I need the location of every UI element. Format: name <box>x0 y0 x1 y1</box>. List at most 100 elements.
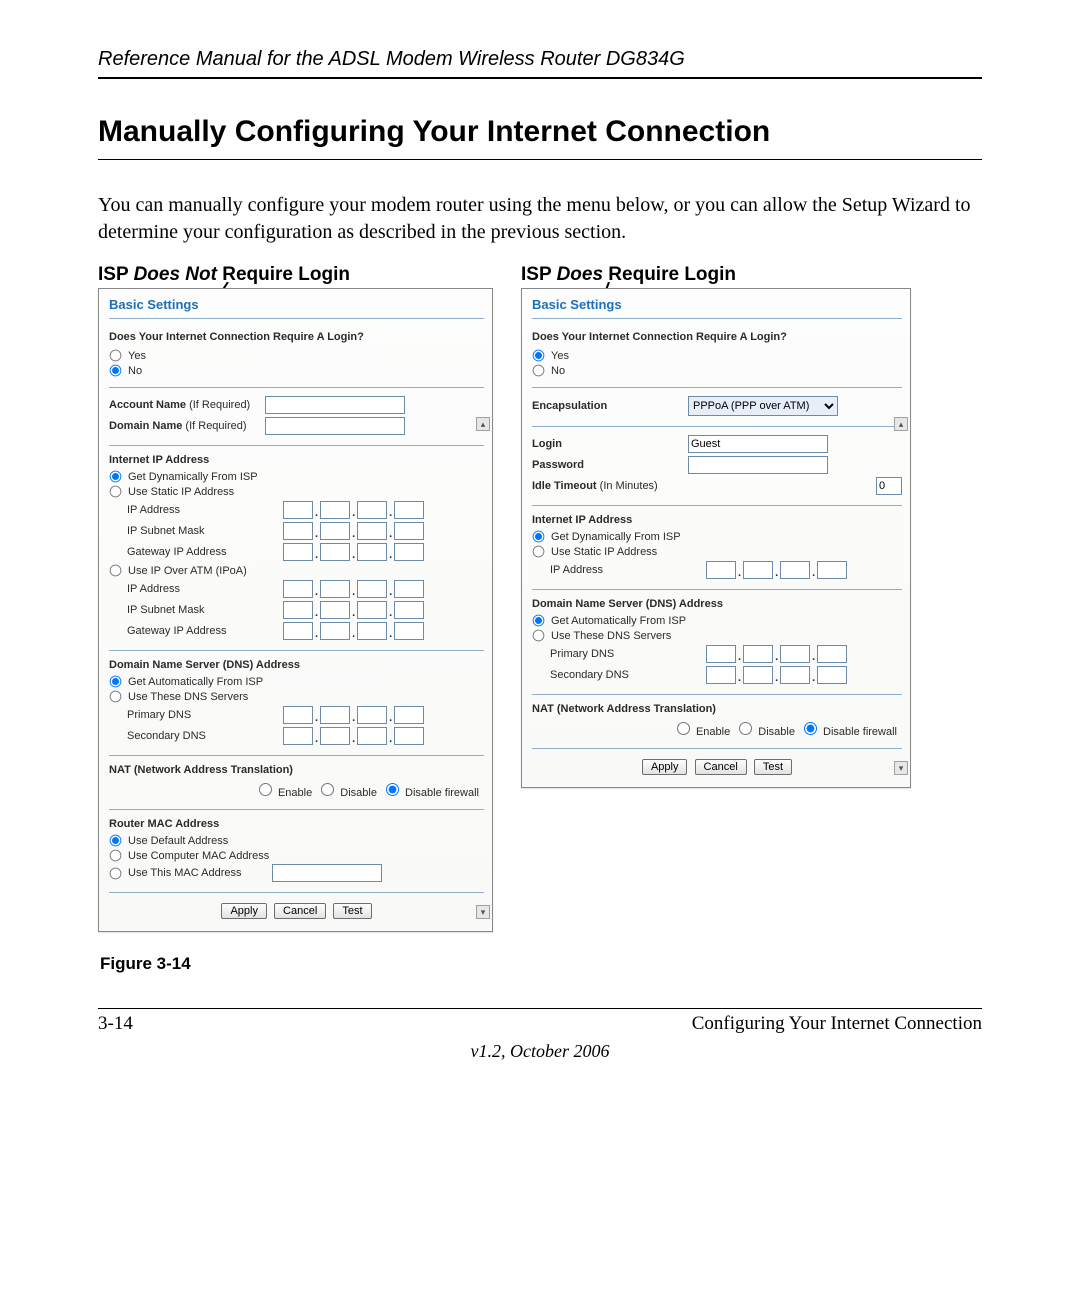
radio-no-label-r: No <box>551 365 565 377</box>
radio-no[interactable] <box>110 365 122 377</box>
label-dns-manual-r: Use These DNS Servers <box>551 630 671 642</box>
account-name-input[interactable] <box>265 396 405 414</box>
label-nat-disablefw: Disable firewall <box>405 787 479 799</box>
if-required-1: (If Required) <box>186 399 250 411</box>
chapter-title: Configuring Your Internet Connection <box>692 1013 982 1035</box>
cancel-button[interactable]: Cancel <box>274 903 326 919</box>
label-mac-computer: Use Computer MAC Address <box>128 850 269 862</box>
radio-yes-label: Yes <box>128 350 146 362</box>
radio-no-label: No <box>128 365 142 377</box>
radio-dns-manual-r[interactable] <box>533 630 545 642</box>
ip-address-label: IP Address <box>127 504 277 516</box>
radio-dns-auto-r[interactable] <box>533 615 545 627</box>
radio-no-r[interactable] <box>533 365 545 377</box>
right-heading-pre: ISP <box>521 264 557 285</box>
internet-ip-header: Internet IP Address <box>109 454 484 466</box>
apply-button-r[interactable]: Apply <box>642 759 688 775</box>
radio-nat-disable-r[interactable] <box>739 722 752 735</box>
scroll-down-icon[interactable]: ▾ <box>476 905 490 919</box>
radio-get-dynamic[interactable] <box>110 471 122 483</box>
label-nat-disable-r: Disable <box>758 726 795 738</box>
label-get-dynamic-r: Get Dynamically From ISP <box>551 531 681 543</box>
ipoa-subnet-input[interactable]: ... <box>283 601 424 619</box>
radio-nat-enable[interactable] <box>259 783 272 796</box>
label-get-dynamic: Get Dynamically From ISP <box>128 471 258 483</box>
gateway-ip-input[interactable]: ... <box>283 543 424 561</box>
idle-input[interactable] <box>876 477 902 495</box>
section-title: Manually Configuring Your Internet Conne… <box>98 115 982 160</box>
idle-suffix: (In Minutes) <box>597 480 658 492</box>
domain-name-input[interactable] <box>265 417 405 435</box>
domain-name-label: Domain Name <box>109 420 182 432</box>
ip-subnet-input[interactable]: ... <box>283 522 424 540</box>
label-use-static-r: Use Static IP Address <box>551 546 657 558</box>
dns-header: Domain Name Server (DNS) Address <box>109 659 484 671</box>
ipoa-ip-input[interactable]: ... <box>283 580 424 598</box>
secondary-dns-input-r[interactable]: ... <box>706 666 847 684</box>
label-nat-disablefw-r: Disable firewall <box>823 726 897 738</box>
ipoa-gateway-label: Gateway IP Address <box>127 625 277 637</box>
ipoa-ip-label: IP Address <box>127 583 277 595</box>
secondary-dns-input[interactable]: ... <box>283 727 424 745</box>
idle-label: Idle Timeout <box>532 480 597 492</box>
test-button[interactable]: Test <box>333 903 371 919</box>
cancel-button-r[interactable]: Cancel <box>695 759 747 775</box>
basic-settings-panel-no-login: Basic Settings Does Your Internet Connec… <box>98 288 493 932</box>
encapsulation-select[interactable]: PPPoA (PPP over ATM) <box>688 396 838 416</box>
label-dns-manual: Use These DNS Servers <box>128 691 248 703</box>
encapsulation-label: Encapsulation <box>532 400 607 412</box>
ip-address-input[interactable]: ... <box>283 501 424 519</box>
radio-mac-this[interactable] <box>110 867 122 879</box>
radio-use-static-r[interactable] <box>533 546 545 558</box>
mac-header: Router MAC Address <box>109 818 484 830</box>
scroll-down-icon-r[interactable]: ▾ <box>894 761 908 775</box>
mac-address-input[interactable] <box>272 864 382 882</box>
password-input[interactable] <box>688 456 828 474</box>
radio-dns-auto[interactable] <box>110 676 122 688</box>
label-nat-disable: Disable <box>340 787 377 799</box>
scroll-up-icon-r[interactable]: ▴ <box>894 417 908 431</box>
label-nat-enable-r: Enable <box>696 726 730 738</box>
radio-nat-disablefw-r[interactable] <box>804 722 817 735</box>
label-use-static: Use Static IP Address <box>128 486 234 498</box>
nat-header: NAT (Network Address Translation) <box>109 764 484 776</box>
nat-header-r: NAT (Network Address Translation) <box>532 703 902 715</box>
login-input[interactable] <box>688 435 828 453</box>
radio-use-static[interactable] <box>110 486 122 498</box>
radio-yes-r[interactable] <box>533 350 545 362</box>
if-required-2: (If Required) <box>182 420 246 432</box>
dns-header-r: Domain Name Server (DNS) Address <box>532 598 902 610</box>
password-label: Password <box>532 459 584 471</box>
radio-get-dynamic-r[interactable] <box>533 531 545 543</box>
primary-dns-input-r[interactable]: ... <box>706 645 847 663</box>
primary-dns-input[interactable]: ... <box>283 706 424 724</box>
label-ipoa: Use IP Over ATM (IPoA) <box>128 565 247 577</box>
label-mac-this: Use This MAC Address <box>128 867 268 879</box>
radio-ipoa[interactable] <box>110 565 122 577</box>
secondary-dns-label: Secondary DNS <box>127 730 277 742</box>
ipoa-gateway-input[interactable]: ... <box>283 622 424 640</box>
apply-button[interactable]: Apply <box>221 903 267 919</box>
ip-address-input-r[interactable]: ... <box>706 561 847 579</box>
radio-dns-manual[interactable] <box>110 691 122 703</box>
label-mac-default: Use Default Address <box>128 835 228 847</box>
label-nat-enable: Enable <box>278 787 312 799</box>
radio-nat-disablefw[interactable] <box>386 783 399 796</box>
primary-dns-label: Primary DNS <box>127 709 277 721</box>
panel-title-r: Basic Settings <box>532 295 902 319</box>
secondary-dns-label-r: Secondary DNS <box>550 669 700 681</box>
page-number: 3-14 <box>98 1013 133 1035</box>
ipoa-subnet-label: IP Subnet Mask <box>127 604 277 616</box>
primary-dns-label-r: Primary DNS <box>550 648 700 660</box>
radio-mac-default[interactable] <box>110 835 122 847</box>
radio-yes[interactable] <box>110 350 122 362</box>
ip-address-label-r: IP Address <box>550 564 700 576</box>
radio-nat-disable[interactable] <box>321 783 334 796</box>
login-label: Login <box>532 438 562 450</box>
radio-mac-computer[interactable] <box>110 850 122 862</box>
test-button-r[interactable]: Test <box>754 759 792 775</box>
radio-nat-enable-r[interactable] <box>677 722 690 735</box>
label-dns-auto-r: Get Automatically From ISP <box>551 615 686 627</box>
scroll-up-icon[interactable]: ▴ <box>476 417 490 431</box>
radio-yes-label-r: Yes <box>551 350 569 362</box>
